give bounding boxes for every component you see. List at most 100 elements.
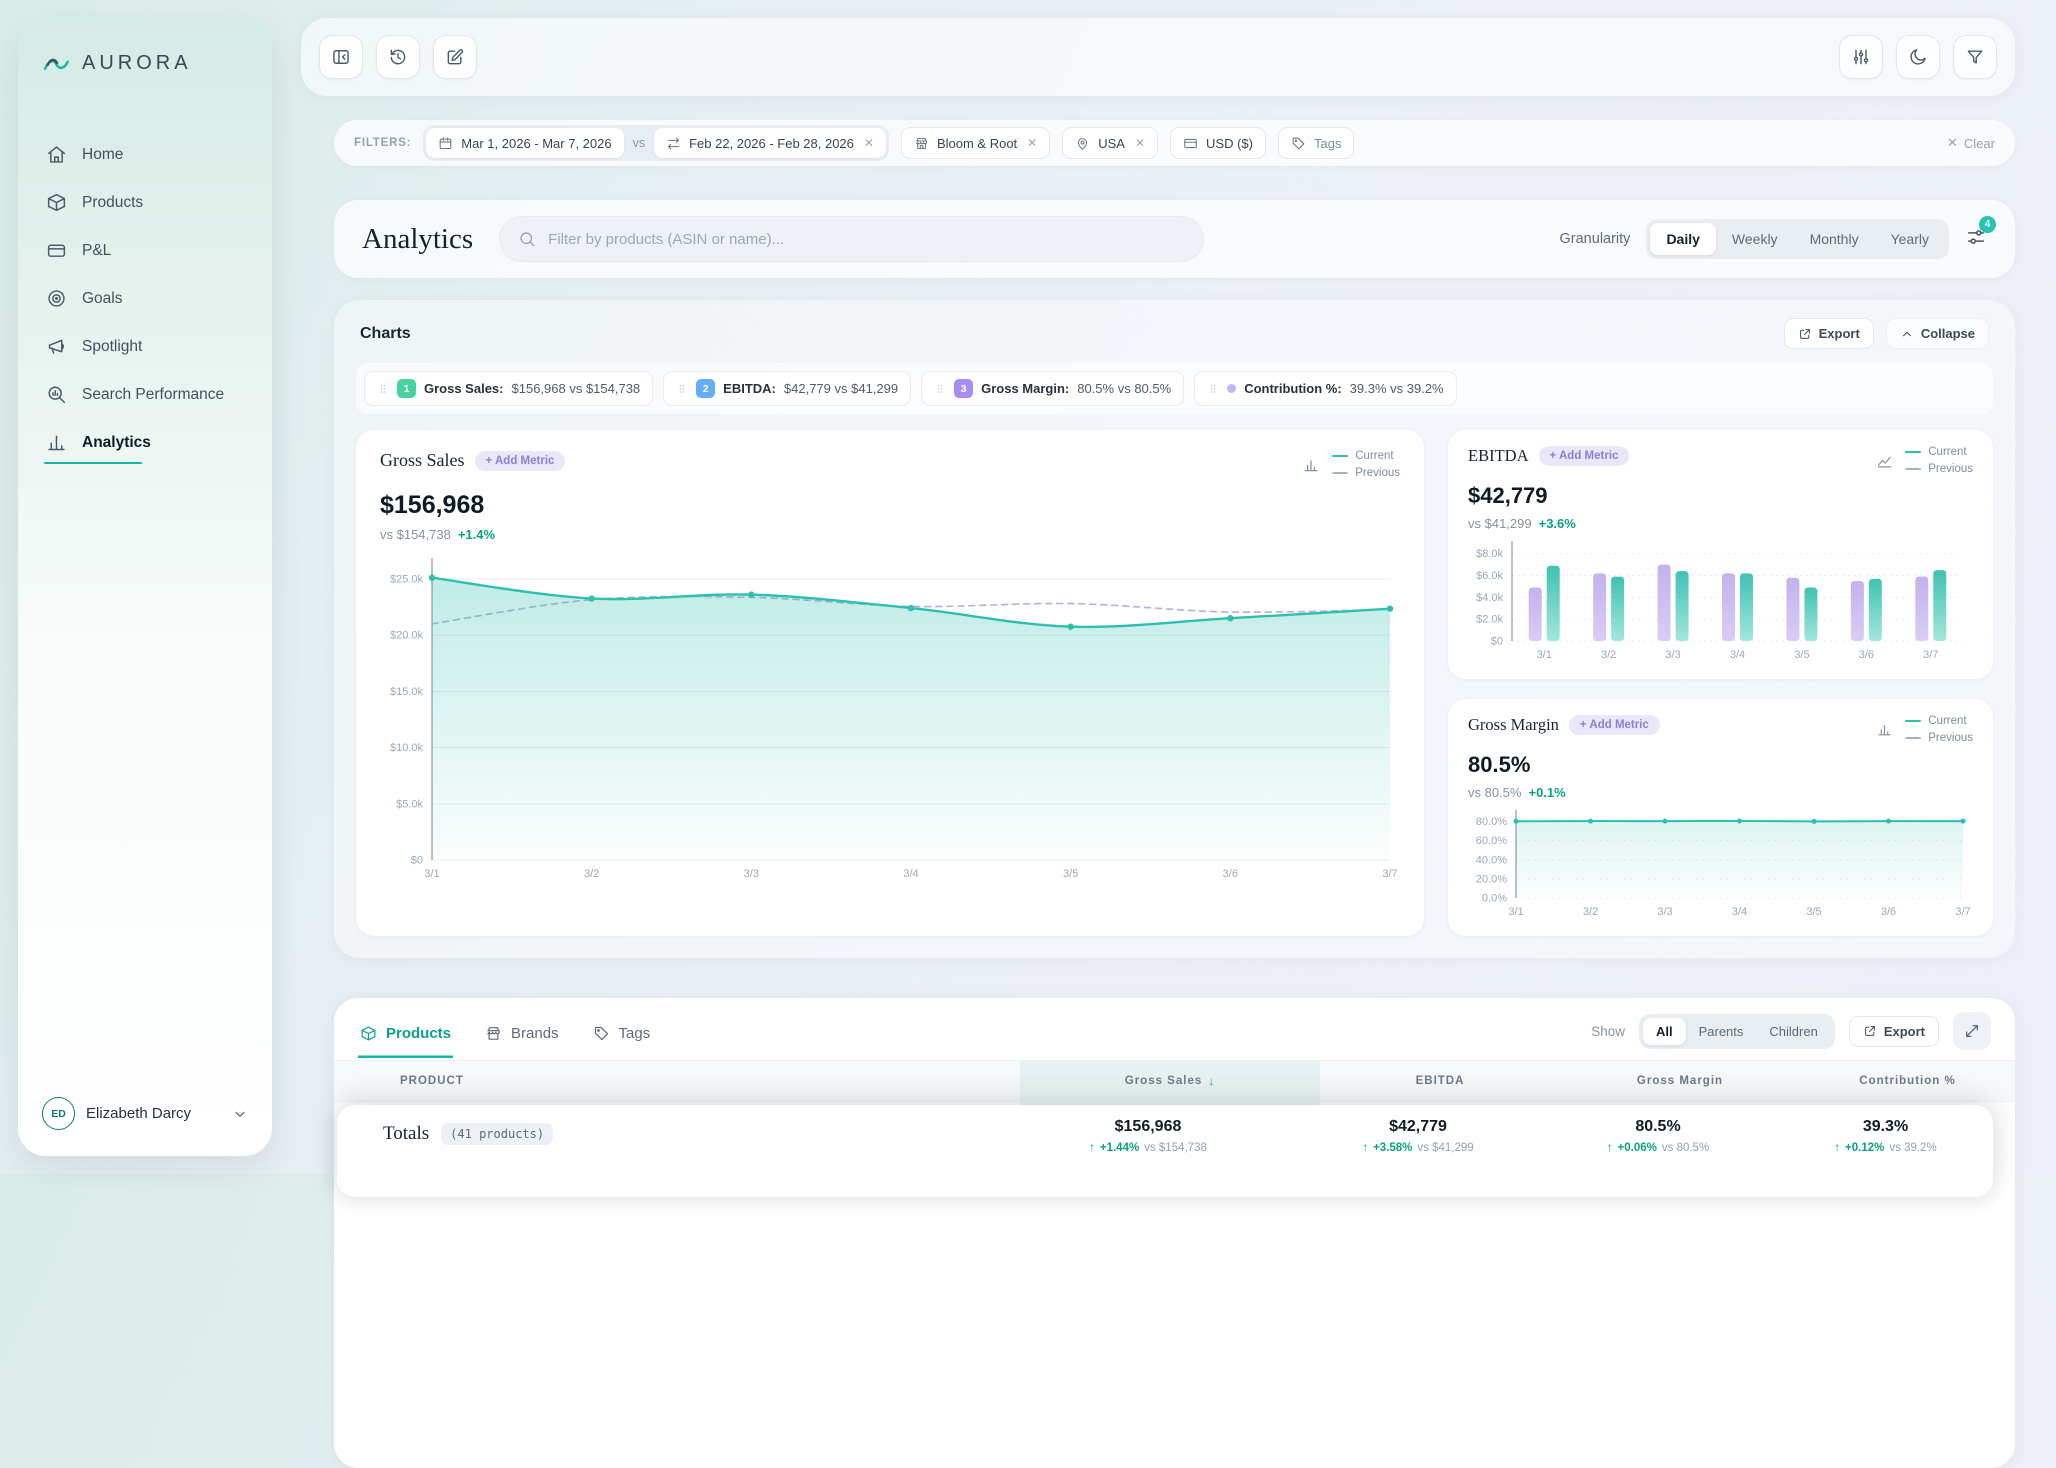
column-header-ebitda[interactable]: EBITDA xyxy=(1320,1061,1560,1101)
expand-table-button[interactable] xyxy=(1953,1012,1991,1050)
package-icon xyxy=(46,192,67,213)
dark-mode-button[interactable] xyxy=(1896,35,1940,79)
drag-handle-icon[interactable] xyxy=(377,382,389,396)
chart-type-toggle-icon[interactable] xyxy=(1876,452,1893,469)
show-children[interactable]: Children xyxy=(1756,1018,1830,1045)
package-icon xyxy=(360,1025,377,1042)
brand-filter-chip[interactable]: Bloom & Root ✕ xyxy=(901,127,1050,159)
brand-filter-label: Bloom & Root xyxy=(937,136,1017,151)
legend-previous[interactable]: Previous xyxy=(1905,732,1973,744)
totals-vs: vs $154,738 xyxy=(1144,1142,1207,1154)
show-all[interactable]: All xyxy=(1643,1018,1686,1045)
metric-number-badge: 2 xyxy=(696,379,715,398)
svg-text:3/5: 3/5 xyxy=(1806,906,1821,918)
tags-filter-chip[interactable]: Tags xyxy=(1278,127,1354,159)
remove-compare-icon[interactable]: ✕ xyxy=(864,136,874,150)
sidebar-item-pnl[interactable]: P&L xyxy=(42,232,248,269)
target-icon xyxy=(46,288,67,309)
history-button[interactable] xyxy=(376,35,420,79)
tab-tags[interactable]: Tags xyxy=(591,1015,653,1058)
drag-handle-icon[interactable] xyxy=(1207,382,1219,396)
vs-previous-value: vs 80.5% xyxy=(1468,785,1521,800)
metric-chip-contribution[interactable]: Contribution %: 39.3% vs 39.2% xyxy=(1194,371,1456,406)
tab-label: Products xyxy=(386,1025,451,1042)
tab-brands[interactable]: Brands xyxy=(483,1015,561,1058)
drag-handle-icon[interactable] xyxy=(676,382,688,396)
sidebar-item-search-performance[interactable]: Search Performance xyxy=(42,376,248,413)
mixer-button[interactable] xyxy=(1839,35,1883,79)
legend-previous[interactable]: Previous xyxy=(1905,463,1973,475)
show-label: Show xyxy=(1591,1024,1625,1039)
toolbar-right-group xyxy=(1839,35,1997,79)
column-header-gross-margin[interactable]: Gross Margin xyxy=(1560,1061,1800,1101)
svg-text:$5.0k: $5.0k xyxy=(396,798,423,810)
legend: Current Previous xyxy=(1332,450,1400,479)
user-menu[interactable]: ED Elizabeth Darcy xyxy=(42,1097,248,1130)
sidebar: AURORA Home Products P&L Goals xyxy=(18,18,272,1156)
column-header-contribution[interactable]: Contribution % xyxy=(1800,1061,2015,1101)
filters-bar: FILTERS: Mar 1, 2026 - Mar 7, 2026 vs Fe… xyxy=(334,120,2015,166)
clear-filters-button[interactable]: ✕ Clear xyxy=(1947,135,1995,151)
collapse-charts-button[interactable]: Collapse xyxy=(1886,318,1989,349)
column-label: Gross Sales xyxy=(1125,1075,1202,1087)
compare-range-chip[interactable]: Feb 22, 2026 - Feb 28, 2026 ✕ xyxy=(654,128,886,158)
card-title: Gross Sales xyxy=(380,450,465,471)
add-metric-button[interactable]: + Add Metric xyxy=(1539,446,1630,466)
credit-card-icon xyxy=(1183,136,1198,151)
chart-type-toggle-icon[interactable] xyxy=(1302,456,1320,474)
clear-icon: ✕ xyxy=(1947,135,1958,151)
granularity-monthly[interactable]: Monthly xyxy=(1794,223,1875,255)
sidebar-item-home[interactable]: Home xyxy=(42,136,248,173)
granularity-yearly[interactable]: Yearly xyxy=(1875,223,1945,255)
granularity-weekly[interactable]: Weekly xyxy=(1716,223,1794,255)
export-charts-button[interactable]: Export xyxy=(1784,318,1874,349)
chart-type-toggle-icon[interactable] xyxy=(1876,721,1893,738)
remove-brand-icon[interactable]: ✕ xyxy=(1027,136,1037,150)
granularity-daily[interactable]: Daily xyxy=(1650,223,1715,255)
sidebar-item-spotlight[interactable]: Spotlight xyxy=(42,328,248,365)
currency-filter-label: USD ($) xyxy=(1206,136,1253,151)
legend-current[interactable]: Current xyxy=(1905,446,1973,458)
export-label: Export xyxy=(1884,1024,1925,1039)
edit-icon xyxy=(445,47,465,67)
filter-button[interactable] xyxy=(1953,35,1997,79)
legend-previous[interactable]: Previous xyxy=(1332,467,1400,479)
drag-handle-icon[interactable] xyxy=(934,382,946,396)
date-range-group: Mar 1, 2026 - Mar 7, 2026 vs Feb 22, 202… xyxy=(423,125,889,161)
compose-button[interactable] xyxy=(433,35,477,79)
export-table-button[interactable]: Export xyxy=(1849,1016,1939,1047)
date-range-chip[interactable]: Mar 1, 2026 - Mar 7, 2026 xyxy=(426,128,623,158)
legend-current[interactable]: Current xyxy=(1332,450,1400,462)
legend: Current Previous xyxy=(1905,715,1973,744)
sidebar-item-products[interactable]: Products xyxy=(42,184,248,221)
totals-value: 39.3% xyxy=(1863,1118,1908,1136)
show-parents[interactable]: Parents xyxy=(1686,1018,1757,1045)
metric-chip-gross-sales[interactable]: 1 Gross Sales: $156,968 vs $154,738 xyxy=(364,371,653,406)
metric-chip-name: EBITDA: xyxy=(723,381,776,396)
metric-chip-gross-margin[interactable]: 3 Gross Margin: 80.5% vs 80.5% xyxy=(921,371,1184,406)
collapse-sidebar-button[interactable] xyxy=(319,35,363,79)
svg-text:$8.0k: $8.0k xyxy=(1476,548,1503,560)
search-input[interactable] xyxy=(548,231,1185,248)
product-search[interactable] xyxy=(499,216,1204,262)
moon-icon xyxy=(1908,47,1928,67)
remove-country-icon[interactable]: ✕ xyxy=(1135,136,1145,150)
totals-count-badge: (41 products) xyxy=(441,1123,553,1145)
metric-chip-ebitda[interactable]: 2 EBITDA: $42,779 vs $41,299 xyxy=(663,371,911,406)
metric-chip-name: Gross Margin: xyxy=(981,381,1069,396)
legend-label: Previous xyxy=(1928,463,1973,475)
country-filter-chip[interactable]: USA ✕ xyxy=(1062,127,1158,159)
currency-filter-chip[interactable]: USD ($) xyxy=(1170,127,1266,159)
sidebar-item-analytics[interactable]: Analytics xyxy=(42,424,248,461)
column-header-gross-sales[interactable]: Gross Sales ↓ xyxy=(1020,1061,1320,1101)
sidebar-item-goals[interactable]: Goals xyxy=(42,280,248,317)
column-header-product[interactable]: PRODUCT xyxy=(334,1061,1020,1101)
tab-products[interactable]: Products xyxy=(358,1015,453,1058)
legend-current[interactable]: Current xyxy=(1905,715,1973,727)
totals-vs: vs $41,299 xyxy=(1417,1142,1473,1154)
charts-panel: Charts Export Collapse xyxy=(334,300,2015,958)
add-metric-button[interactable]: + Add Metric xyxy=(475,451,566,471)
table-header-row: PRODUCT Gross Sales ↓ EBITDA Gross Margi… xyxy=(334,1061,2015,1101)
add-metric-button[interactable]: + Add Metric xyxy=(1569,715,1660,735)
metric-settings-button[interactable]: 4 xyxy=(1965,226,1987,253)
